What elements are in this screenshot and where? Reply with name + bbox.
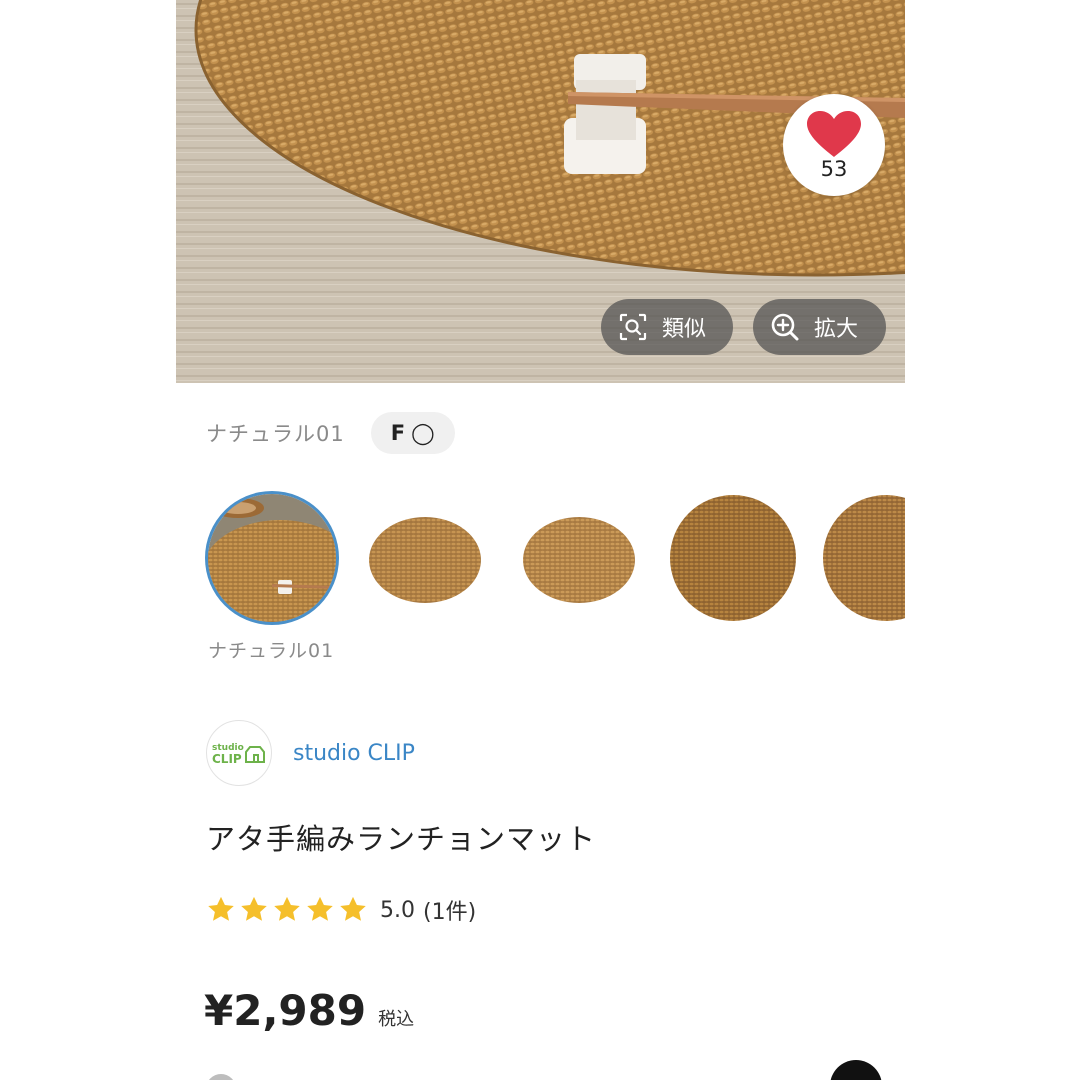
like-count: 53 — [820, 157, 848, 181]
thumbnail-image — [361, 494, 489, 622]
similar-search-button[interactable]: 類似 — [601, 299, 733, 355]
price: ¥2,989 — [204, 986, 367, 1035]
thumbnail-caption: ナチュラル01 — [208, 640, 335, 662]
selected-color-label: ナチュラル01 — [206, 422, 345, 446]
shop-row: studio CLIP studio CLIP — [206, 720, 415, 786]
star-icon — [340, 896, 366, 921]
color-thumbnails: ナチュラル01 — [176, 490, 905, 670]
rating-count: (1件) — [423, 900, 477, 925]
star-icon — [274, 896, 300, 921]
star-icon — [208, 896, 234, 921]
product-main-image[interactable]: 53 類似 拡大 — [176, 0, 905, 383]
shop-name-link[interactable]: studio CLIP — [293, 741, 415, 766]
rating-row[interactable]: 5.0 (1件) — [206, 892, 476, 928]
like-button[interactable]: 53 — [783, 94, 885, 196]
star-icon — [241, 896, 267, 921]
zoom-in-icon — [771, 313, 799, 341]
similar-search-icon — [619, 313, 647, 341]
price-row: ¥2,989 税込 — [204, 986, 414, 1035]
product-page: 53 類似 拡大 ナチュラル01 F ◯ ナチュラル01 studio CLIP… — [176, 0, 905, 1080]
star-icon — [307, 896, 333, 921]
thumbnail-image — [822, 494, 905, 622]
color-thumbnail-selected[interactable] — [208, 494, 336, 622]
floating-action-button[interactable] — [830, 1060, 882, 1080]
tax-label: 税込 — [378, 1009, 415, 1030]
rating-value: 5.0 — [380, 897, 415, 923]
color-thumbnail[interactable] — [515, 494, 643, 622]
color-thumbnail[interactable] — [361, 494, 489, 622]
shop-logo[interactable]: studio CLIP — [206, 720, 272, 786]
similar-label: 類似 — [662, 317, 707, 342]
color-thumbnail[interactable] — [822, 494, 905, 622]
stock-mark: ◯ — [411, 421, 435, 445]
shop-logo-image: studio CLIP — [212, 743, 265, 766]
heart-icon — [807, 111, 861, 157]
zoom-label: 拡大 — [814, 317, 859, 342]
size-chip[interactable]: F ◯ — [370, 412, 455, 454]
thumbnail-image — [515, 494, 643, 622]
variant-row: ナチュラル01 F ◯ — [206, 412, 455, 454]
zoom-button[interactable]: 拡大 — [753, 299, 886, 355]
partial-icon — [206, 1074, 236, 1080]
rating-stars — [206, 895, 371, 925]
shop-logo-text-bottom: CLIP — [212, 752, 242, 766]
color-thumbnail[interactable] — [669, 494, 797, 622]
product-title: アタ手編みランチョンマット — [206, 822, 597, 856]
thumbnail-image — [669, 494, 797, 622]
size-label: F — [390, 421, 406, 445]
thumbnail-image — [208, 494, 336, 622]
